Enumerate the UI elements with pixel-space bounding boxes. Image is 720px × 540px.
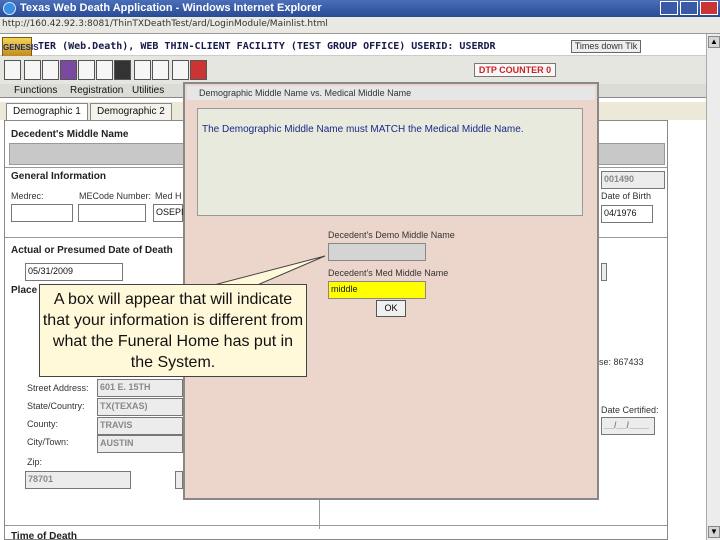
mecode-field[interactable] xyxy=(78,204,146,222)
zip-label: Zip: xyxy=(27,457,43,467)
demo-middle-name-label: Decedent's Demo Middle Name xyxy=(328,230,455,240)
date-certified-field: __/__/____ xyxy=(601,417,655,435)
check-icon[interactable] xyxy=(172,60,189,80)
print-icon[interactable] xyxy=(96,60,113,80)
date-certified-label: Date Certified: xyxy=(601,405,659,415)
person-icon[interactable] xyxy=(152,60,169,80)
county-field: TRAVIS xyxy=(97,417,183,435)
unknown-field xyxy=(601,263,607,281)
med-field[interactable]: OSEPI xyxy=(153,204,184,222)
edit-icon[interactable] xyxy=(78,60,95,80)
address-bar[interactable]: http://160.42.92.3:8081/ThinTXDeathTest/… xyxy=(0,17,720,34)
ok-button[interactable]: OK xyxy=(376,300,406,317)
partial-field xyxy=(175,471,183,489)
medrec-field[interactable] xyxy=(11,204,73,222)
divider xyxy=(5,525,667,526)
minimize-icon[interactable] xyxy=(660,1,678,15)
tab-demographic-1[interactable]: Demographic 1 xyxy=(6,103,88,120)
times-button[interactable]: Times down Tlk xyxy=(571,40,641,53)
delete-icon[interactable] xyxy=(190,60,207,80)
zip-field: 78701 xyxy=(25,471,131,489)
attach-icon[interactable] xyxy=(134,60,151,80)
state-field: TX(TEXAS) xyxy=(97,398,183,416)
city-label: City/Town: xyxy=(27,437,69,447)
tab-demographic-2[interactable]: Demographic 2 xyxy=(90,103,172,120)
window-controls xyxy=(660,1,718,15)
menu-registration[interactable]: Registration xyxy=(70,85,123,96)
state-label: State/Country: xyxy=(27,401,85,411)
street-field: 601 E. 15TH xyxy=(97,379,183,397)
date-of-death-field[interactable]: 05/31/2009 xyxy=(25,263,123,281)
time-of-death-title: Time of Death xyxy=(11,531,77,540)
window-titlebar: Texas Web Death Application - Windows In… xyxy=(0,0,720,17)
dtp-counter: DTP COUNTER 0 xyxy=(474,63,556,77)
id-field: 001490 xyxy=(601,171,665,189)
menu-functions[interactable]: Functions xyxy=(14,85,57,96)
county-label: County: xyxy=(27,419,59,429)
header-text: TER (Web.Death), WEB THIN-CLIENT FACILIT… xyxy=(38,41,496,52)
demo-middle-name-field[interactable] xyxy=(328,243,426,261)
place-label: Place xyxy=(11,285,38,296)
ie-icon xyxy=(3,2,16,15)
med-middle-name-label: Decedent's Med Middle Name xyxy=(328,268,449,278)
city-field: AUSTIN xyxy=(97,435,183,453)
close-icon[interactable] xyxy=(700,1,718,15)
scroll-up-icon[interactable]: ▲ xyxy=(708,36,720,48)
general-info-title: General Information xyxy=(11,171,107,182)
scroll-down-icon[interactable]: ▼ xyxy=(708,526,720,538)
genesis-logo: GENESIS xyxy=(2,37,39,57)
dialog-message: The Demographic Middle Name must MATCH t… xyxy=(202,124,524,135)
mecode-label: MECode Number: xyxy=(79,191,152,201)
med-label: Med H xyxy=(155,191,182,201)
menu-utilities[interactable]: Utilities xyxy=(132,85,164,96)
dob-field[interactable]: 04/1976 xyxy=(601,205,653,223)
window-title: Texas Web Death Application - Windows In… xyxy=(20,2,322,14)
license-partial: se: 867433 xyxy=(599,357,644,367)
med-middle-name-field[interactable]: middle xyxy=(328,281,426,299)
grid-icon[interactable] xyxy=(4,60,21,80)
book-icon[interactable] xyxy=(60,60,77,80)
url-text[interactable]: http://160.42.92.3:8081/ThinTXDeathTest/… xyxy=(2,19,328,29)
new-document-icon[interactable] xyxy=(24,60,41,80)
dialog-title: Demographic Middle Name vs. Medical Midd… xyxy=(187,86,595,100)
medrec-label: Medrec: xyxy=(11,191,44,201)
message-box: The Demographic Middle Name must MATCH t… xyxy=(197,108,583,216)
save-icon[interactable] xyxy=(42,60,59,80)
dob-label: Date of Birth xyxy=(601,191,652,201)
vertical-scrollbar[interactable]: ▲ ▼ xyxy=(706,34,720,540)
callout-box: A box will appear that will indicate tha… xyxy=(39,284,307,377)
middle-name-title: Decedent's Middle Name xyxy=(11,129,129,140)
binoculars-icon[interactable] xyxy=(114,60,131,80)
street-label: Street Address: xyxy=(27,383,89,393)
maximize-icon[interactable] xyxy=(680,1,698,15)
date-of-death-title: Actual or Presumed Date of Death xyxy=(11,245,173,256)
